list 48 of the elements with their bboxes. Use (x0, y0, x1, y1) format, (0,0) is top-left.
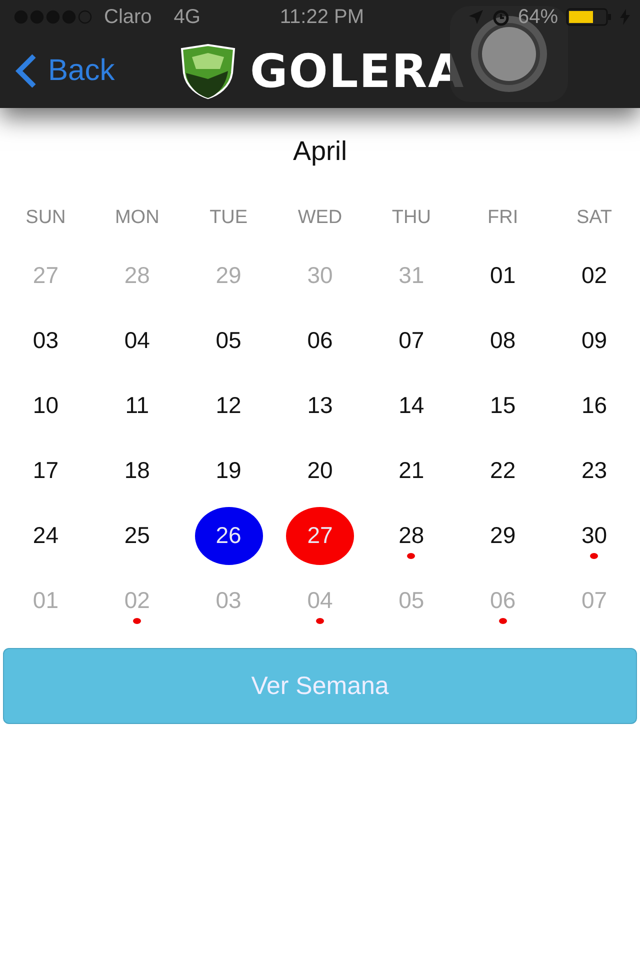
network-type: 4G (174, 6, 200, 28)
day-number[interactable]: 30 (581, 506, 608, 564)
day-number[interactable]: 03 (32, 312, 58, 370)
day-number[interactable]: 24 (32, 506, 58, 564)
day-number[interactable]: 12 (216, 376, 242, 434)
day-number[interactable]: 19 (216, 442, 242, 500)
day-number[interactable]: 16 (581, 376, 608, 434)
weekday-label: FRI (488, 207, 518, 228)
day-number[interactable]: 25 (124, 506, 150, 564)
back-link[interactable]: Back (14, 53, 115, 89)
weekday-label: TUE (210, 207, 248, 228)
brand-name: GOLERA (250, 44, 465, 98)
weekday-label: MON (114, 207, 160, 228)
battery-icon (566, 8, 612, 26)
day-number[interactable]: 20 (307, 442, 333, 500)
battery-percent: 64% (518, 6, 558, 28)
weekday-label: THU (392, 207, 431, 228)
carrier: Claro (104, 6, 152, 28)
day-number[interactable]: 18 (124, 442, 150, 500)
day-number[interactable]: 15 (490, 376, 516, 434)
highlighted-day[interactable]: 26 (194, 506, 263, 564)
day-number[interactable]: 11 (125, 376, 150, 434)
clock-time: 11:22 PM (280, 6, 364, 28)
day-number[interactable]: 07 (398, 312, 424, 370)
weekday-label: WED (298, 207, 342, 228)
day-number[interactable]: 08 (490, 312, 516, 370)
weekday-label: SAT (576, 207, 612, 228)
location-arrow-icon (468, 9, 484, 25)
day-number[interactable]: 28 (398, 506, 424, 564)
day-number[interactable]: 01 (490, 246, 516, 304)
day-number[interactable]: 13 (307, 376, 333, 434)
day-number[interactable]: 06 (307, 312, 333, 370)
day-number[interactable]: 14 (398, 376, 424, 434)
day-number[interactable]: 10 (32, 376, 58, 434)
day-number[interactable]: 05 (216, 312, 242, 370)
day-number[interactable]: 17 (32, 442, 58, 500)
day-number[interactable]: 21 (398, 442, 424, 500)
day-number[interactable]: 02 (581, 246, 608, 304)
month-title: April (292, 136, 348, 167)
chevron-left-icon (14, 53, 38, 89)
day-number[interactable]: 23 (581, 442, 608, 500)
day-number[interactable]: 09 (581, 312, 608, 370)
weekday-label: SUN (26, 207, 66, 228)
day-number[interactable]: 04 (124, 312, 150, 370)
shield-logo-icon (178, 43, 238, 99)
alarm-clock-icon (492, 8, 510, 26)
day-number[interactable]: 29 (490, 506, 516, 564)
day-number[interactable]: 22 (490, 442, 516, 500)
